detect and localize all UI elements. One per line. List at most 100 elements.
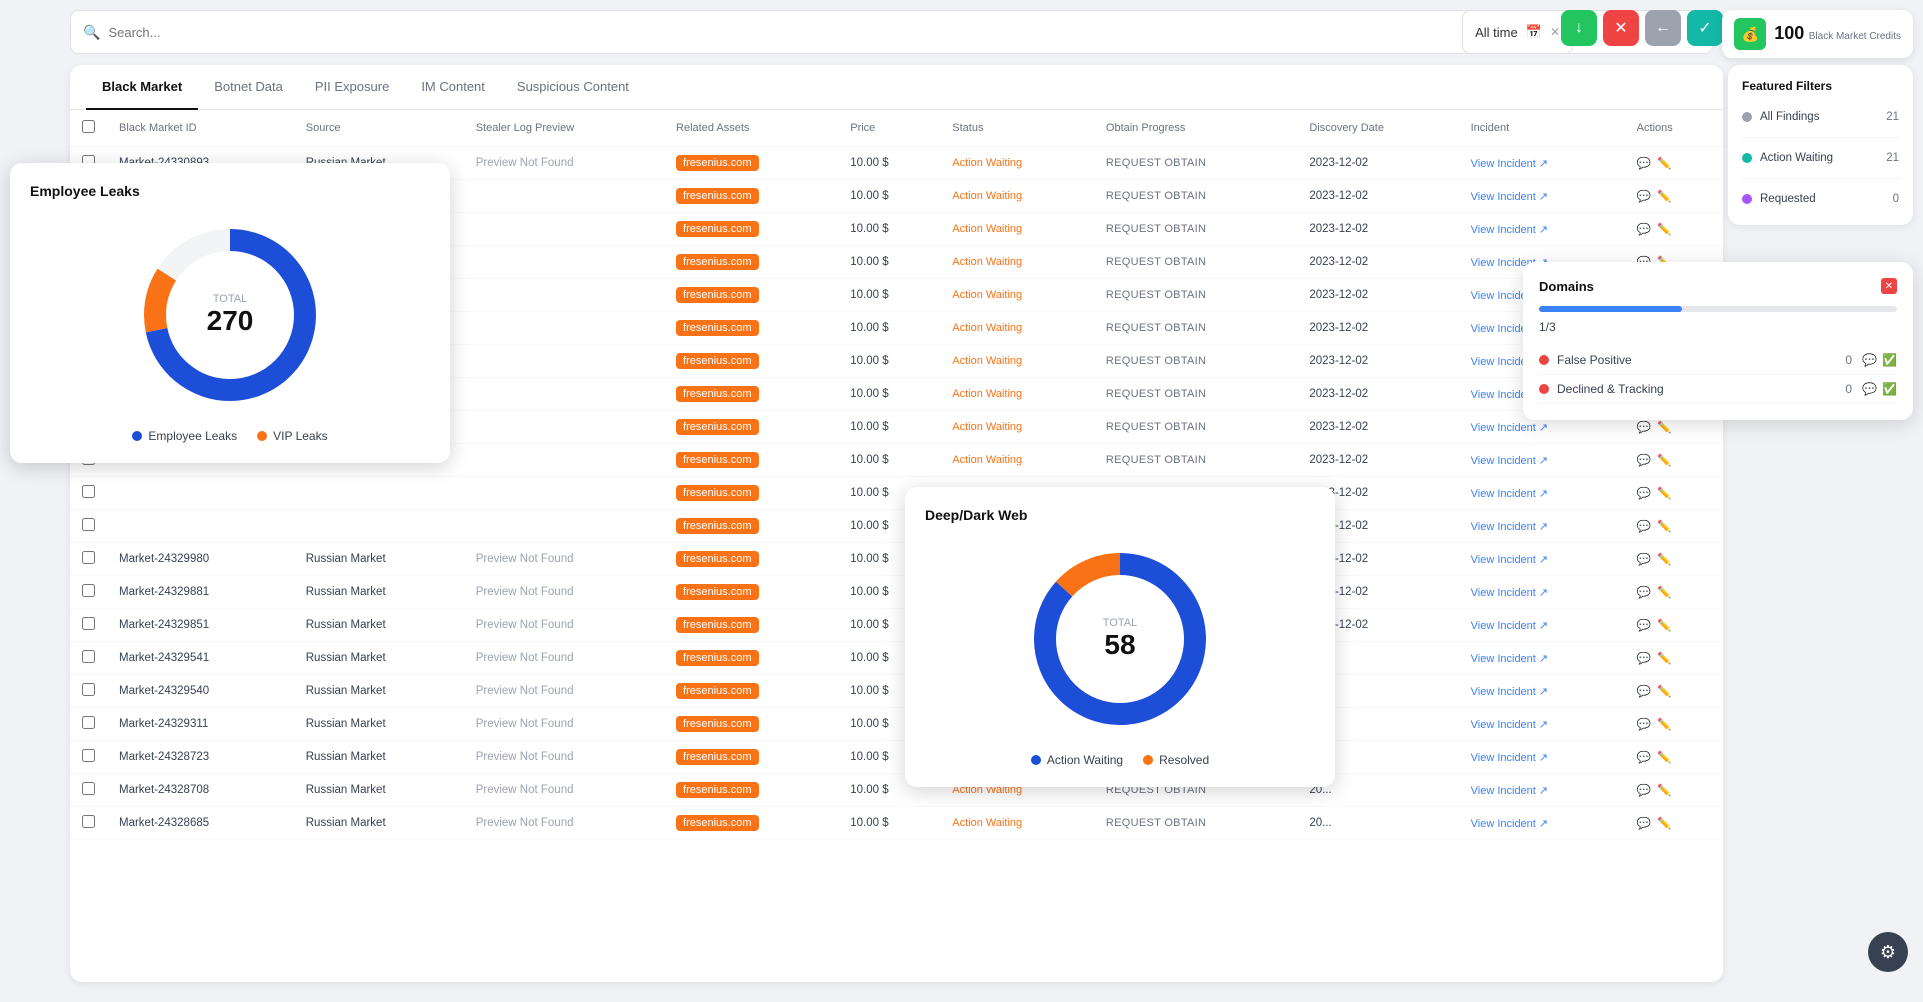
cell-asset[interactable]: fresenius.com bbox=[664, 741, 838, 774]
edit-action-icon[interactable]: ✏️ bbox=[1657, 486, 1671, 500]
cell-incident[interactable]: View Incident ↗ bbox=[1459, 213, 1625, 246]
tab-suspicious-content[interactable]: Suspicious Content bbox=[501, 65, 645, 110]
row-checkbox[interactable] bbox=[82, 551, 95, 564]
cell-asset[interactable]: fresenius.com bbox=[664, 180, 838, 213]
row-checkbox[interactable] bbox=[82, 617, 95, 630]
cell-obtain[interactable]: REQUEST OBTAIN bbox=[1094, 411, 1297, 444]
cell-incident[interactable]: View Incident ↗ bbox=[1459, 675, 1625, 708]
cell-asset[interactable]: fresenius.com bbox=[664, 246, 838, 279]
cell-asset[interactable]: fresenius.com bbox=[664, 345, 838, 378]
domains-close-button[interactable]: ✕ bbox=[1881, 278, 1897, 294]
row-checkbox[interactable] bbox=[82, 716, 95, 729]
edit-action-icon[interactable]: ✏️ bbox=[1657, 783, 1671, 797]
cell-asset[interactable]: fresenius.com bbox=[664, 279, 838, 312]
row-checkbox[interactable] bbox=[82, 683, 95, 696]
cell-obtain[interactable]: REQUEST OBTAIN bbox=[1094, 279, 1297, 312]
tab-im-content[interactable]: IM Content bbox=[405, 65, 501, 110]
cell-incident[interactable]: View Incident ↗ bbox=[1459, 576, 1625, 609]
cell-obtain[interactable]: REQUEST OBTAIN bbox=[1094, 444, 1297, 477]
edit-action-icon[interactable]: ✏️ bbox=[1657, 684, 1671, 698]
cell-incident[interactable]: View Incident ↗ bbox=[1459, 510, 1625, 543]
cell-incident[interactable]: View Incident ↗ bbox=[1459, 741, 1625, 774]
cell-asset[interactable]: fresenius.com bbox=[664, 807, 838, 840]
comment-action-icon[interactable]: 💬 bbox=[1637, 156, 1651, 170]
cell-incident[interactable]: View Incident ↗ bbox=[1459, 180, 1625, 213]
confirm-button[interactable]: ✓ bbox=[1687, 10, 1723, 46]
cell-asset[interactable]: fresenius.com bbox=[664, 510, 838, 543]
cell-asset[interactable]: fresenius.com bbox=[664, 312, 838, 345]
comment-icon[interactable]: 💬 bbox=[1862, 353, 1877, 367]
cell-obtain[interactable]: REQUEST OBTAIN bbox=[1094, 246, 1297, 279]
comment-icon-2[interactable]: 💬 bbox=[1862, 382, 1877, 396]
cell-incident[interactable]: View Incident ↗ bbox=[1459, 147, 1625, 180]
comment-action-icon[interactable]: 💬 bbox=[1637, 651, 1651, 665]
cell-asset[interactable]: fresenius.com bbox=[664, 378, 838, 411]
check-icon-2[interactable]: ✅ bbox=[1882, 382, 1897, 396]
cell-asset[interactable]: fresenius.com bbox=[664, 444, 838, 477]
cell-incident[interactable]: View Incident ↗ bbox=[1459, 477, 1625, 510]
filter-item-all-findings[interactable]: All Findings 21 bbox=[1742, 105, 1899, 129]
comment-action-icon[interactable]: 💬 bbox=[1637, 816, 1651, 830]
row-checkbox[interactable] bbox=[82, 749, 95, 762]
comment-action-icon[interactable]: 💬 bbox=[1637, 486, 1651, 500]
comment-action-icon[interactable]: 💬 bbox=[1637, 618, 1651, 632]
comment-action-icon[interactable]: 💬 bbox=[1637, 783, 1651, 797]
edit-action-icon[interactable]: ✏️ bbox=[1657, 750, 1671, 764]
comment-action-icon[interactable]: 💬 bbox=[1637, 684, 1651, 698]
comment-action-icon[interactable]: 💬 bbox=[1637, 717, 1651, 731]
cell-incident[interactable]: View Incident ↗ bbox=[1459, 543, 1625, 576]
row-checkbox[interactable] bbox=[82, 518, 95, 531]
cell-obtain[interactable]: REQUEST OBTAIN bbox=[1094, 378, 1297, 411]
close-icon[interactable]: ✕ bbox=[1550, 25, 1560, 39]
cell-asset[interactable]: fresenius.com bbox=[664, 774, 838, 807]
filter-item-requested[interactable]: Requested 0 bbox=[1742, 187, 1899, 211]
row-checkbox[interactable] bbox=[82, 584, 95, 597]
comment-action-icon[interactable]: 💬 bbox=[1637, 750, 1651, 764]
edit-action-icon[interactable]: ✏️ bbox=[1657, 519, 1671, 533]
back-button[interactable]: ← bbox=[1645, 10, 1681, 46]
cell-obtain[interactable]: REQUEST OBTAIN bbox=[1094, 213, 1297, 246]
cell-asset[interactable]: fresenius.com bbox=[664, 576, 838, 609]
cell-incident[interactable]: View Incident ↗ bbox=[1459, 708, 1625, 741]
select-all-checkbox[interactable] bbox=[82, 120, 95, 133]
cell-obtain[interactable]: REQUEST OBTAIN bbox=[1094, 345, 1297, 378]
edit-action-icon[interactable]: ✏️ bbox=[1657, 717, 1671, 731]
cell-asset[interactable]: fresenius.com bbox=[664, 477, 838, 510]
edit-action-icon[interactable]: ✏️ bbox=[1657, 420, 1671, 434]
cell-asset[interactable]: fresenius.com bbox=[664, 543, 838, 576]
domain-filter-false-positive[interactable]: False Positive 0 💬 ✅ bbox=[1539, 346, 1897, 375]
settings-button[interactable]: ⚙ bbox=[1868, 932, 1908, 972]
download-button[interactable]: ↓ bbox=[1561, 10, 1597, 46]
filter-item-action-waiting[interactable]: Action Waiting 21 bbox=[1742, 146, 1899, 170]
row-checkbox[interactable] bbox=[82, 782, 95, 795]
cell-asset[interactable]: fresenius.com bbox=[664, 609, 838, 642]
edit-action-icon[interactable]: ✏️ bbox=[1657, 222, 1671, 236]
cell-obtain[interactable]: REQUEST OBTAIN bbox=[1094, 180, 1297, 213]
cell-asset[interactable]: fresenius.com bbox=[664, 675, 838, 708]
comment-action-icon[interactable]: 💬 bbox=[1637, 189, 1651, 203]
tab-pii-exposure[interactable]: PII Exposure bbox=[299, 65, 405, 110]
comment-action-icon[interactable]: 💬 bbox=[1637, 420, 1651, 434]
cell-asset[interactable]: fresenius.com bbox=[664, 708, 838, 741]
row-checkbox[interactable] bbox=[82, 485, 95, 498]
comment-action-icon[interactable]: 💬 bbox=[1637, 222, 1651, 236]
cell-incident[interactable]: View Incident ↗ bbox=[1459, 444, 1625, 477]
comment-action-icon[interactable]: 💬 bbox=[1637, 552, 1651, 566]
check-icon[interactable]: ✅ bbox=[1882, 353, 1897, 367]
edit-action-icon[interactable]: ✏️ bbox=[1657, 156, 1671, 170]
cell-obtain[interactable]: REQUEST OBTAIN bbox=[1094, 147, 1297, 180]
tab-black-market[interactable]: Black Market bbox=[86, 65, 198, 110]
cell-incident[interactable]: View Incident ↗ bbox=[1459, 609, 1625, 642]
cell-obtain[interactable]: REQUEST OBTAIN bbox=[1094, 807, 1297, 840]
comment-action-icon[interactable]: 💬 bbox=[1637, 585, 1651, 599]
cell-asset[interactable]: fresenius.com bbox=[664, 411, 838, 444]
tab-botnet-data[interactable]: Botnet Data bbox=[198, 65, 299, 110]
cell-incident[interactable]: View Incident ↗ bbox=[1459, 774, 1625, 807]
cell-obtain[interactable]: REQUEST OBTAIN bbox=[1094, 312, 1297, 345]
cell-incident[interactable]: View Incident ↗ bbox=[1459, 642, 1625, 675]
edit-action-icon[interactable]: ✏️ bbox=[1657, 189, 1671, 203]
edit-action-icon[interactable]: ✏️ bbox=[1657, 552, 1671, 566]
comment-action-icon[interactable]: 💬 bbox=[1637, 519, 1651, 533]
edit-action-icon[interactable]: ✏️ bbox=[1657, 618, 1671, 632]
delete-button[interactable]: ✕ bbox=[1603, 10, 1639, 46]
